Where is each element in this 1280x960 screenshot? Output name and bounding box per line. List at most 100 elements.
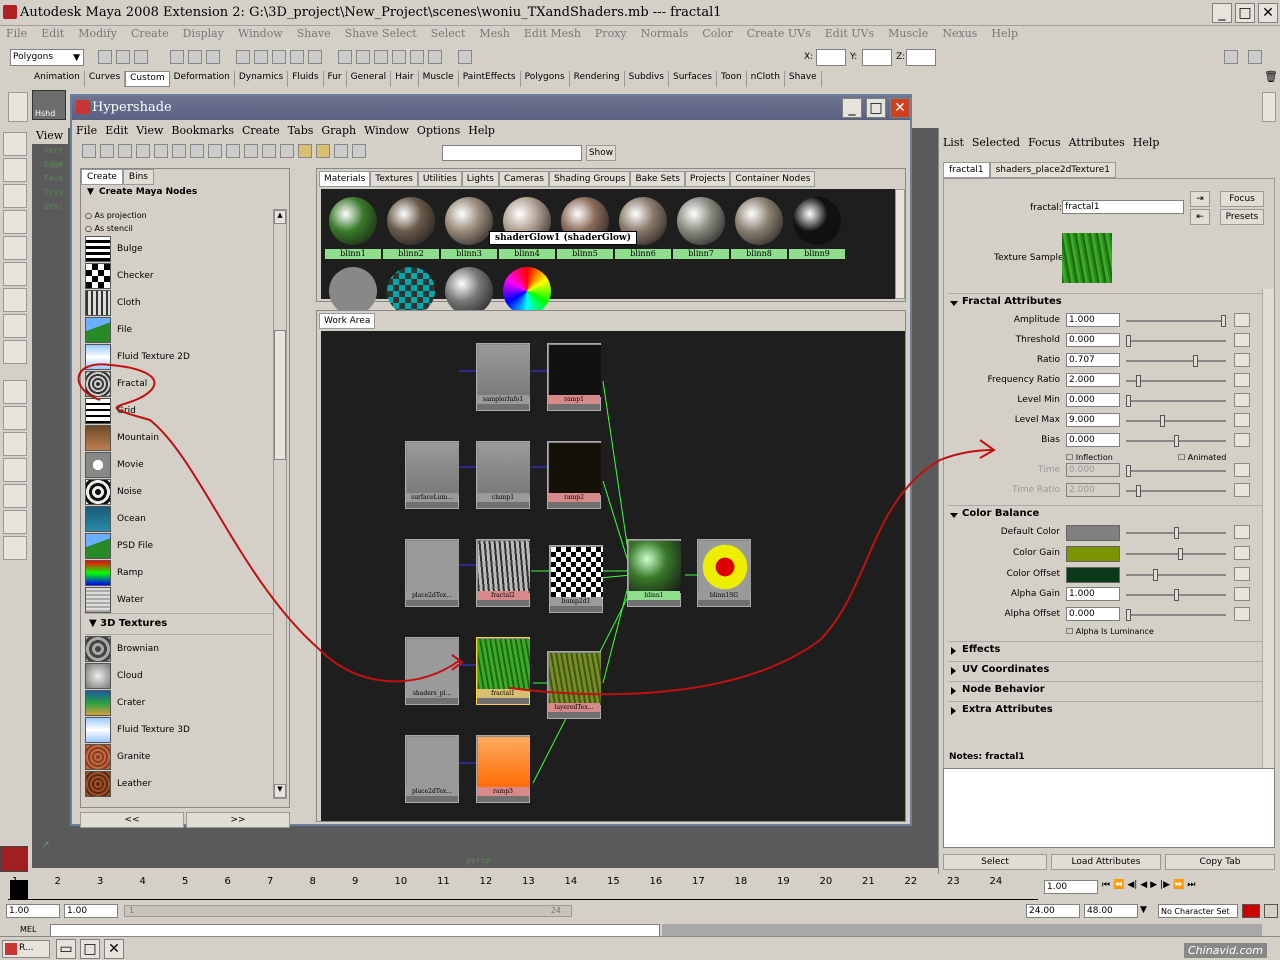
tab-place2dtexture[interactable]: shaders_place2dTexture1 <box>989 162 1116 178</box>
slider-knob[interactable] <box>1126 395 1131 407</box>
map-texture-icon[interactable] <box>1234 607 1250 621</box>
snap-curve-icon[interactable] <box>254 50 268 64</box>
input-line-icon[interactable] <box>458 50 472 64</box>
color-swatch[interactable] <box>1066 525 1120 541</box>
shelf-tab-surfaces[interactable]: Surfaces <box>669 71 717 87</box>
map-texture-icon[interactable] <box>1234 373 1250 387</box>
shelf-tab-dynamics[interactable]: Dynamics <box>235 71 289 87</box>
material-swatch-blinn9[interactable]: blinn9 <box>789 193 845 261</box>
graph-node-blinn1[interactable]: blinn1 <box>627 539 681 607</box>
output-connections-icon[interactable] <box>280 144 294 158</box>
texture-node-fractal[interactable]: Fractal <box>85 370 275 397</box>
slider-knob[interactable] <box>1135 375 1141 387</box>
hypershade-menu-help[interactable]: Help <box>468 124 495 137</box>
attr-menu-attributes[interactable]: Attributes <box>1069 136 1125 149</box>
graph-node-bump2d1[interactable]: bump2d1 <box>549 545 603 613</box>
map-texture-icon[interactable] <box>1234 587 1250 601</box>
notes-textarea[interactable] <box>943 768 1275 848</box>
move-tool-icon[interactable] <box>3 210 27 234</box>
tab-work-area[interactable]: Work Area <box>319 313 376 329</box>
attr-value-field[interactable]: 9.000 <box>1066 413 1120 427</box>
slider-knob[interactable] <box>1126 465 1131 477</box>
attr-slider[interactable] <box>1126 375 1226 387</box>
in-out-connections-icon[interactable] <box>262 144 276 158</box>
menu-display[interactable]: Display <box>183 27 224 45</box>
paint-select-tool-icon[interactable] <box>3 184 27 208</box>
play-back-icon[interactable]: ◀ <box>1140 880 1147 890</box>
snap-plane-icon[interactable] <box>290 50 304 64</box>
hypershade-menu-view[interactable]: View <box>136 124 163 137</box>
shelf-tab-ncloth[interactable]: nCloth <box>747 71 785 87</box>
open-scene-icon[interactable] <box>116 50 130 64</box>
hypershade-menu-graph[interactable]: Graph <box>321 124 356 137</box>
scroll-next-button[interactable]: >> <box>186 812 290 828</box>
range-start2-field[interactable]: 1.00 <box>64 904 118 918</box>
shelf-tab-custom[interactable]: Custom <box>125 71 170 87</box>
material-swatch-blinn1[interactable]: blinn1 <box>325 193 381 261</box>
attr-value-field[interactable]: 1.000 <box>1066 313 1120 327</box>
hypershade-menu-edit[interactable]: Edit <box>105 124 128 137</box>
single-pane-icon[interactable] <box>3 380 27 404</box>
arrow-left-icon[interactable] <box>154 144 168 158</box>
attr-value-field[interactable]: 0.000 <box>1066 393 1120 407</box>
texture-node-brownian[interactable]: Brownian <box>85 635 275 662</box>
texture-node-file[interactable]: File <box>85 316 275 343</box>
ipr-render-icon[interactable] <box>392 50 406 64</box>
attr-slider[interactable] <box>1126 415 1226 427</box>
show-attr-editor-icon[interactable] <box>1224 50 1238 64</box>
slider-knob[interactable] <box>1173 435 1179 447</box>
menu-normals[interactable]: Normals <box>641 27 689 45</box>
attr-slider[interactable] <box>1126 589 1226 601</box>
tab-bins[interactable]: Bins <box>122 169 154 185</box>
texture-sample-swatch[interactable] <box>1062 233 1112 283</box>
section-node-behavior[interactable]: Node Behavior <box>948 681 1264 699</box>
tab-textures[interactable]: Textures <box>370 171 418 187</box>
color-swatch[interactable] <box>1066 567 1120 583</box>
attr-menu-focus[interactable]: Focus <box>1028 136 1061 149</box>
graph-node-place2dtex[interactable]: place2dTex... <box>405 735 459 803</box>
goto-output-icon[interactable]: ⇤ <box>1190 209 1210 225</box>
map-texture-icon[interactable] <box>1234 333 1250 347</box>
attr-value-field[interactable]: 1.000 <box>1066 587 1120 601</box>
hypershade-menu-options[interactable]: Options <box>417 124 460 137</box>
attr-menu-selected[interactable]: Selected <box>972 136 1020 149</box>
attr-slider[interactable] <box>1126 435 1226 447</box>
attr-value-field[interactable]: 0.000 <box>1066 333 1120 347</box>
hypershade-menu-create[interactable]: Create <box>242 124 280 137</box>
graph-node-ramp1[interactable]: ramp1 <box>547 343 601 411</box>
material-swatch-blinn2[interactable]: blinn2 <box>383 193 439 261</box>
texture-node-checker[interactable]: Checker <box>85 262 275 289</box>
map-texture-icon[interactable] <box>1234 463 1250 477</box>
hypershade-menu-tabs[interactable]: Tabs <box>288 124 314 137</box>
hypershade-icon[interactable] <box>428 50 442 64</box>
map-texture-icon[interactable] <box>1234 313 1250 327</box>
chevron-down-icon[interactable]: ▼ <box>1140 905 1147 915</box>
scale-tool-icon[interactable] <box>3 262 27 286</box>
hypershade-menu-bookmarks[interactable]: Bookmarks <box>171 124 234 137</box>
graph-node-place2dtex[interactable]: place2dTex... <box>405 539 459 607</box>
texture-node-mountain[interactable]: Mountain <box>85 424 275 451</box>
slider-knob[interactable] <box>1160 415 1166 427</box>
texture-node-cloud[interactable]: Cloud <box>85 662 275 689</box>
shelf-tab-painteffects[interactable]: PaintEffects <box>459 71 521 87</box>
x-field[interactable] <box>816 49 846 66</box>
show-bottom-tabs-icon[interactable] <box>334 144 348 158</box>
taskbar-item[interactable]: R... <box>2 940 50 958</box>
color-swatch[interactable] <box>1066 546 1120 562</box>
select-hierarchy-icon[interactable] <box>170 50 184 64</box>
menu-mesh[interactable]: Mesh <box>479 27 510 45</box>
slider-knob[interactable] <box>1126 609 1131 621</box>
presets-button[interactable]: Presets <box>1220 209 1264 225</box>
range-bar[interactable]: 1 24 <box>124 905 572 917</box>
show-button[interactable]: Show <box>586 145 616 161</box>
fractal-attributes-section[interactable]: Fractal Attributes <box>948 293 1264 311</box>
render-settings-icon[interactable] <box>410 50 424 64</box>
scroll-prev-button[interactable]: << <box>80 812 184 828</box>
texture-node-psd-file[interactable]: PSD File <box>85 532 275 559</box>
shelf-tab-animation[interactable]: Animation <box>30 71 85 87</box>
view-top-icon[interactable] <box>100 144 114 158</box>
snap-point-icon[interactable] <box>272 50 286 64</box>
time-slider[interactable]: 123456789101112131415161718192021222324 … <box>0 874 1280 902</box>
step-back-frame-icon[interactable]: ◀| <box>1127 880 1137 890</box>
view-both-icon[interactable] <box>136 144 150 158</box>
